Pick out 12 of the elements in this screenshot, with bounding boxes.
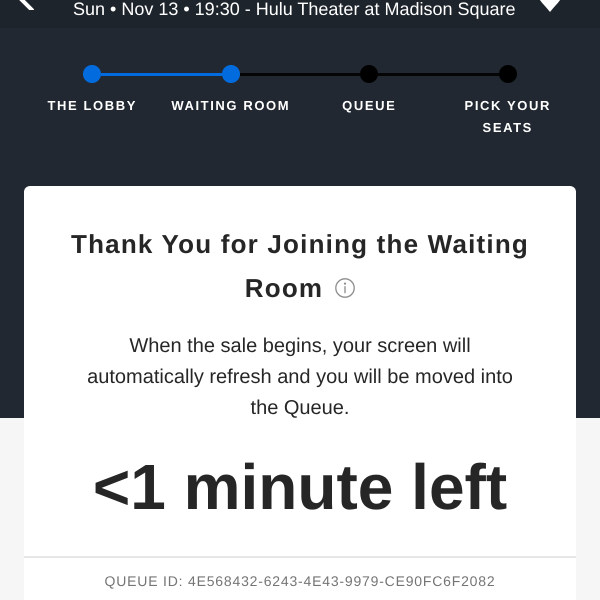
card-title: Room [244,272,324,305]
back-chevron-icon[interactable] [18,0,36,10]
countdown-text: <1 minute left [92,450,508,525]
card-title: Thank You for Joining the Waiting [71,228,529,261]
step-label: QUEUE [342,97,396,115]
info-icon[interactable] [335,278,356,298]
step-label: THE LOBBY [47,97,137,115]
step-label: PICK YOUR SEATS [464,97,552,137]
step-label: WAITING ROOM [171,97,290,115]
info-message: When the sale begins, your screen will automatically refresh and you will be moved into the Queue. [86,334,514,421]
event-info: Sun • Nov 13 • 19:30 - Hulu Theater at Madison Square [73,0,517,18]
queue-id: QUEUE ID: 4E568432-6243-4E43-9979-CE90FC6F2082 [104,573,496,589]
